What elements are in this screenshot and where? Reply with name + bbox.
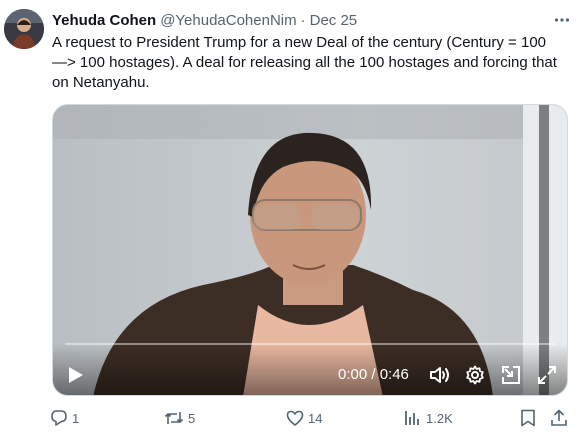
play-icon [69,367,83,383]
author-name[interactable]: Yehuda Cohen [52,12,156,29]
mute-button[interactable] [428,363,452,387]
video-time: 0:00 / 0:46 [338,366,409,383]
picture-in-picture-button[interactable] [499,363,523,387]
video-player[interactable]: 0:00 / 0:46 [52,104,568,396]
tweet-header: Yehuda Cohen @YehudaCohenNim · Dec 25 [52,10,573,30]
author-handle[interactable]: @YehudaCohenNim [160,12,296,29]
share-icon [551,409,567,426]
tweet-actions: 1 5 14 1.2K [44,407,573,429]
bookmark-button[interactable] [520,407,536,429]
play-button[interactable] [65,363,87,387]
tweet-date[interactable]: Dec 25 [310,12,358,29]
repost-icon [164,412,184,424]
fullscreen-icon [538,366,556,384]
fullscreen-button[interactable] [535,363,559,387]
video-controls-overlay [53,343,567,395]
settings-button[interactable] [463,363,487,387]
like-button[interactable]: 14 [286,407,322,429]
bookmark-icon [521,409,535,427]
header-separator: · [300,11,306,29]
picture-in-picture-icon [502,366,520,384]
more-dots-icon [554,18,570,22]
reply-count: 1 [72,410,80,426]
video-progress-bar[interactable] [65,343,555,345]
more-options-button[interactable] [551,9,573,31]
volume-icon [430,367,449,383]
tweet-text: A request to President Trump for a new D… [52,34,557,91]
views-bar-chart-icon [405,411,419,425]
share-button[interactable] [550,407,568,429]
settings-gear-icon [466,365,484,385]
author-avatar[interactable] [4,9,44,49]
views-button[interactable]: 1.2K [404,407,453,429]
repost-count: 5 [188,410,196,426]
tweet-card: Yehuda Cohen @YehudaCohenNim · Dec 25 A … [0,0,583,435]
repost-button[interactable]: 5 [164,407,195,429]
avatar-image [4,9,44,49]
reply-icon [51,410,67,426]
reply-button[interactable]: 1 [50,407,79,429]
heart-icon [286,410,304,426]
views-count: 1.2K [426,410,453,426]
like-count: 14 [308,410,323,426]
